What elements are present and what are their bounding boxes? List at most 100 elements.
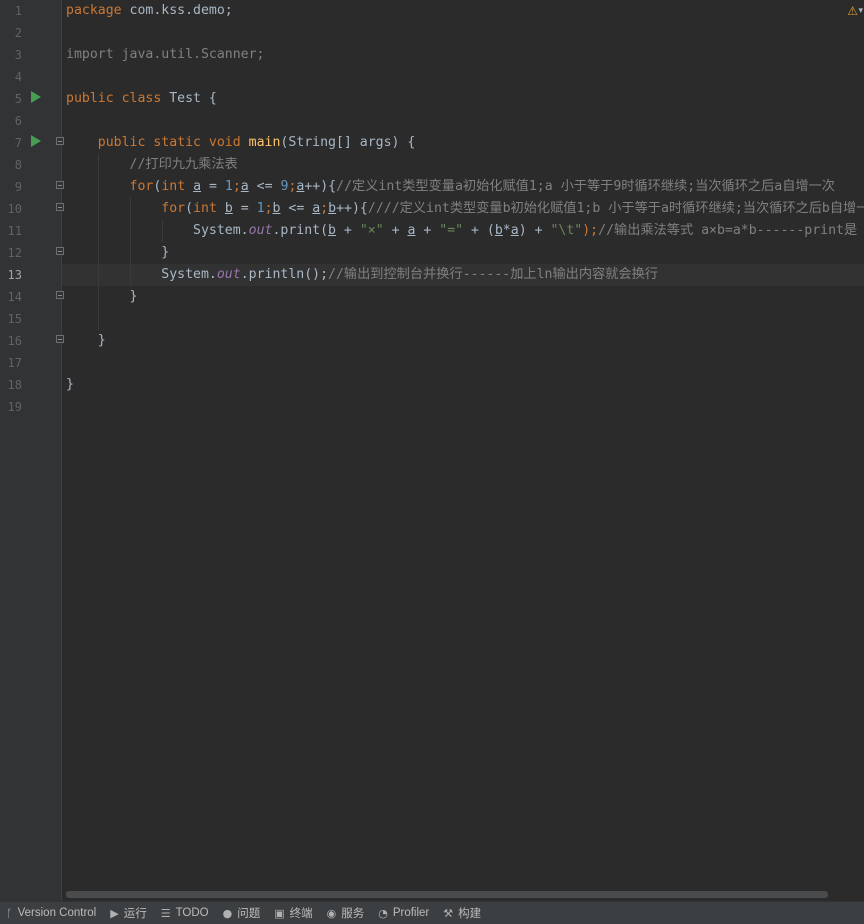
button-label: Version Control	[17, 907, 97, 919]
code-token: *	[502, 223, 511, 238]
terminal-icon: ▣	[274, 906, 285, 920]
button-label: 问题	[237, 908, 261, 920]
code-token: .println();	[240, 267, 329, 282]
code-line-5[interactable]: public class Test {	[66, 88, 217, 110]
closing-brace: }	[129, 289, 138, 304]
code-token: =	[232, 201, 257, 216]
class-name: Test {	[161, 91, 217, 106]
code-line-14[interactable]: }	[66, 286, 138, 308]
variable: a	[193, 179, 202, 194]
code-token: ++){	[304, 179, 337, 194]
run-main-icon[interactable]	[31, 135, 41, 147]
code-line-13[interactable]: System.out.println();//输出到控制台并换行------加上…	[66, 264, 658, 286]
comment: //输出到控制台并换行------加上ln输出内容就会换行	[328, 267, 658, 282]
number: 1	[256, 201, 265, 216]
version-control-button[interactable]: ᚴ Version Control	[0, 902, 104, 924]
fold-icon[interactable]	[56, 137, 64, 145]
line-number: 15	[7, 312, 22, 326]
string-literal: "="	[439, 223, 464, 238]
code-line-18[interactable]: }	[66, 374, 74, 396]
keyword: public static void	[97, 135, 241, 150]
line-number-current: 13	[7, 268, 22, 282]
comment: ////定义int类型变量b初始化赋值1;b 小于等于a时循环继续;当次循环之后…	[367, 201, 864, 216]
import-statement: import java.util.Scanner;	[66, 47, 265, 62]
profiler-button[interactable]: ◔ Profiler	[372, 902, 437, 924]
run-class-icon[interactable]	[31, 91, 41, 103]
run-button[interactable]: ▶ 运行	[104, 902, 154, 924]
number: 1	[224, 179, 233, 194]
button-label: 构建	[458, 908, 482, 920]
code-token: +	[415, 223, 440, 238]
variable: a	[240, 179, 249, 194]
keyword: int	[161, 179, 186, 194]
button-label: 运行	[123, 908, 147, 920]
horizontal-scrollbar[interactable]	[66, 891, 828, 898]
code-line-16[interactable]: }	[66, 330, 106, 352]
closing-brace: }	[66, 377, 74, 392]
chevron-down-icon[interactable]: ▾	[858, 6, 863, 16]
comment: //输出乘法等式 a×b=a*b------print是	[598, 223, 858, 238]
line-number: 2	[14, 26, 22, 40]
fold-icon[interactable]	[56, 247, 64, 255]
static-field: out	[216, 267, 241, 282]
variable: b	[328, 223, 336, 238]
line-number: 14	[7, 290, 22, 304]
build-button[interactable]: ⚒ 构建	[437, 902, 489, 924]
line-number: 1	[14, 4, 22, 18]
code-token: +	[335, 223, 360, 238]
code-token: <=	[248, 179, 281, 194]
terminal-button[interactable]: ▣ 终端	[268, 902, 320, 924]
line-number: 10	[7, 202, 22, 216]
code-line-3[interactable]: import java.util.Scanner;	[66, 44, 265, 66]
closing-brace: }	[97, 333, 106, 348]
keyword: for	[129, 179, 154, 194]
code-token: <=	[280, 201, 313, 216]
variable: b	[224, 201, 233, 216]
code-editor[interactable]: 1 2 3 4 5 6 7 8 9 10 11 12 13 14 15 16 1…	[0, 0, 864, 901]
fold-icon[interactable]	[56, 335, 64, 343]
code-line-8[interactable]: //打印九九乘法表	[66, 154, 238, 176]
keyword: package	[66, 3, 122, 18]
line-number: 5	[14, 92, 22, 106]
line-number: 9	[14, 180, 22, 194]
line-number: 16	[7, 334, 22, 348]
button-label: TODO	[175, 907, 209, 919]
code-token: ;	[232, 179, 241, 194]
string-literal: "\t"	[550, 223, 583, 238]
code-token: System.	[193, 223, 249, 238]
comment: //定义int类型变量a初始化赋值1;a 小于等于9时循环继续;当次循环之后a自…	[336, 179, 835, 194]
line-number: 11	[7, 224, 22, 238]
version-control-icon: ᚴ	[6, 906, 13, 920]
problems-icon: ●	[222, 906, 233, 920]
line-number: 7	[14, 136, 22, 150]
package-name: com.kss.demo;	[121, 3, 233, 18]
code-line-9[interactable]: for(int a = 1;a <= 9;a++){//定义int类型变量a初始…	[66, 176, 835, 198]
line-number: 8	[14, 158, 22, 172]
fold-icon[interactable]	[56, 181, 64, 189]
editor-gutter[interactable]: 1 2 3 4 5 6 7 8 9 10 11 12 13 14 15 16 1…	[0, 0, 64, 901]
code-line-11[interactable]: System.out.print(b + "×" + a + "=" + (b*…	[66, 220, 857, 242]
warning-icon[interactable]: ⚠	[847, 4, 858, 18]
code-token: + (	[463, 223, 495, 238]
code-line-7[interactable]: public static void main(String[] args) {	[66, 132, 416, 154]
code-token: .print(	[272, 223, 329, 238]
line-number: 18	[7, 378, 22, 392]
todo-button[interactable]: ☰ TODO	[155, 902, 217, 924]
variable: a	[312, 201, 321, 216]
button-label: 服务	[341, 908, 365, 920]
services-button[interactable]: ◉ 服务	[321, 902, 373, 924]
string-literal: "×"	[359, 223, 384, 238]
keyword: public	[66, 91, 114, 106]
fold-icon[interactable]	[56, 291, 64, 299]
line-number: 17	[7, 356, 22, 370]
tool-window-bar: ᚴ Version Control ▶ 运行 ☰ TODO ● 问题 ▣ 终端 ◉ 服务 ◔…	[0, 901, 864, 924]
line-number: 3	[14, 48, 22, 62]
keyword: int	[193, 201, 217, 216]
code-line-12[interactable]: }	[66, 242, 169, 264]
code-line-10[interactable]: for(int b = 1;b <= a;b++){////定义int类型变量b…	[66, 198, 864, 220]
fold-icon[interactable]	[56, 203, 64, 211]
button-label: Profiler	[392, 907, 430, 919]
problems-button[interactable]: ● 问题	[217, 902, 269, 924]
code-token: ;	[264, 201, 273, 216]
code-line-1[interactable]: package com.kss.demo;	[66, 0, 233, 22]
